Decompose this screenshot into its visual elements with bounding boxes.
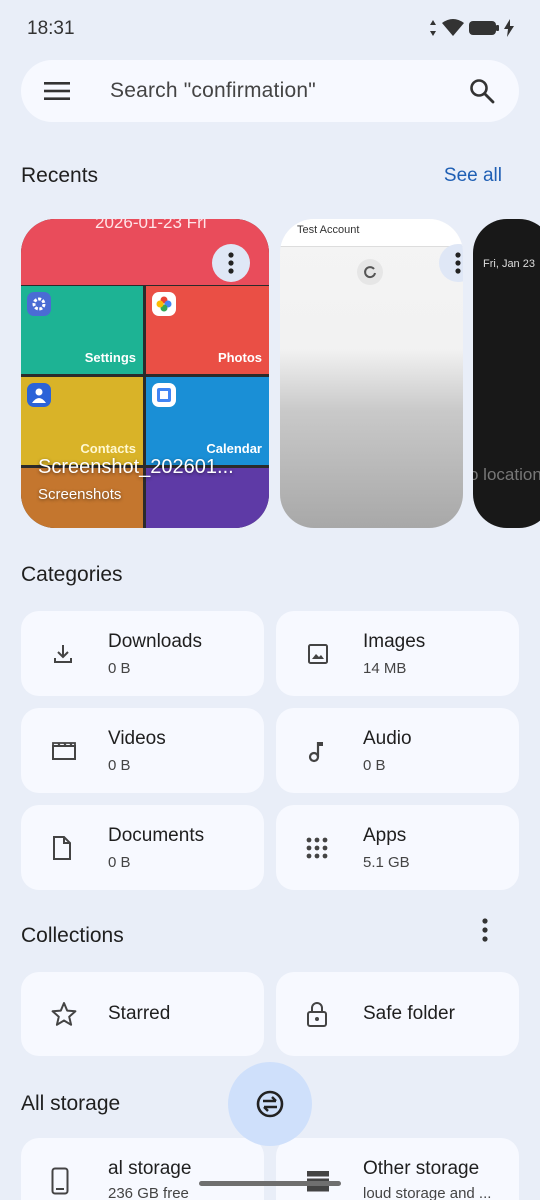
category-images[interactable]: Images 14 MB — [276, 611, 519, 696]
more-options-button[interactable] — [212, 244, 250, 282]
category-downloads[interactable]: Downloads 0 B — [21, 611, 264, 696]
category-label: Videos — [108, 728, 166, 749]
search-placeholder[interactable]: Search "confirmation" — [110, 79, 316, 103]
tile-label: Photos — [217, 350, 262, 365]
apps-grid-icon — [306, 837, 328, 858]
tile-calendar: Calendar — [146, 377, 269, 465]
collections-title: Collections — [21, 924, 124, 947]
star-icon — [51, 1002, 77, 1026]
status-icons — [429, 19, 514, 37]
recent-card-screenshot[interactable]: 2026-01-23 Fri Settings Photos Contacts … — [21, 219, 269, 528]
recent-card-location: o location — [473, 465, 540, 484]
calendar-icon — [152, 383, 176, 407]
tile-contacts: Contacts — [21, 377, 143, 465]
collection-label: Starred — [108, 1003, 171, 1024]
category-label: Apps — [363, 825, 407, 846]
more-vert-icon — [228, 252, 234, 274]
storage-label: al storage — [108, 1158, 192, 1179]
collection-label: Safe folder — [363, 1003, 455, 1024]
tile-label: Calendar — [206, 441, 262, 456]
storage-label: Other storage — [363, 1158, 480, 1179]
category-label: Downloads — [108, 631, 202, 652]
category-label: Documents — [108, 825, 205, 846]
category-size: 14 MB — [363, 660, 407, 677]
recent-card-dark[interactable]: Fri, Jan 23 o location — [473, 219, 540, 528]
category-size: 0 B — [108, 660, 131, 677]
tile-label: Contacts — [80, 441, 136, 456]
recent-file-name: Screenshot_202601... — [38, 456, 234, 478]
tile-label: Settings — [84, 350, 136, 365]
charging-icon — [504, 19, 514, 37]
status-bar: 18:31 — [0, 0, 540, 58]
screenshot-date: 2026-01-23 Fri — [95, 219, 207, 232]
category-label: Audio — [363, 728, 412, 749]
see-all-link[interactable]: See all — [444, 165, 502, 187]
storage-sub: loud storage and ... — [363, 1185, 492, 1200]
more-vert-icon — [455, 252, 461, 274]
storage-sub: 236 GB free — [108, 1185, 189, 1200]
category-size: 0 B — [108, 854, 131, 871]
category-videos[interactable]: Videos 0 B — [21, 708, 264, 793]
status-time: 18:31 — [27, 18, 75, 39]
refresh-icon — [357, 259, 383, 285]
all-storage-title: All storage — [21, 1092, 121, 1115]
settings-icon — [27, 292, 51, 316]
more-options-button[interactable] — [439, 244, 463, 282]
category-size: 0 B — [108, 757, 131, 774]
video-icon — [52, 741, 76, 760]
phone-icon — [51, 1167, 69, 1195]
tile-photos: Photos — [146, 286, 269, 374]
floating-action-button[interactable] — [228, 1062, 312, 1146]
collections-more-icon[interactable] — [482, 918, 488, 942]
recent-card-date: Fri, Jan 23 — [483, 258, 535, 270]
document-icon — [53, 835, 71, 860]
gesture-bar[interactable] — [199, 1181, 341, 1186]
wifi-icon — [442, 19, 464, 36]
recent-card-account[interactable]: Test Account — [280, 219, 463, 528]
account-header-text: Test Account — [297, 224, 360, 236]
image-icon — [308, 643, 328, 664]
tile-settings: Settings — [21, 286, 143, 374]
category-apps[interactable]: Apps 5.1 GB — [276, 805, 519, 890]
storage-internal[interactable]: al storage 236 GB free — [21, 1138, 264, 1200]
category-label: Images — [363, 631, 426, 652]
collection-safe-folder[interactable]: Safe folder — [276, 972, 519, 1056]
switch-icon — [256, 1090, 284, 1118]
category-size: 0 B — [363, 757, 386, 774]
storage-other[interactable]: Other storage loud storage and ... — [276, 1138, 519, 1200]
battery-icon — [469, 21, 499, 35]
photos-icon — [152, 292, 176, 316]
category-size: 5.1 GB — [363, 854, 410, 871]
recents-title: Recents — [21, 164, 99, 187]
category-documents[interactable]: Documents 0 B — [21, 805, 264, 890]
collection-starred[interactable]: Starred — [21, 972, 264, 1056]
categories-title: Categories — [21, 563, 123, 586]
contacts-icon — [27, 383, 51, 407]
music-note-icon — [308, 741, 323, 762]
category-audio[interactable]: Audio 0 B — [276, 708, 519, 793]
search-bar[interactable]: Search "confirmation" — [21, 60, 519, 122]
lock-icon — [307, 1002, 327, 1027]
search-icon[interactable] — [469, 78, 495, 104]
recent-file-folder: Screenshots — [38, 486, 122, 503]
menu-icon[interactable] — [44, 79, 70, 103]
download-icon — [54, 644, 72, 663]
data-arrows-icon — [430, 20, 436, 36]
